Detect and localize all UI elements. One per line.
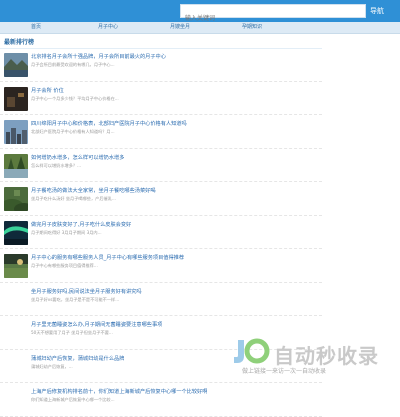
article-thumbnail[interactable] [4,220,28,245]
article-title-link[interactable]: 月子中心的服务有哪些服务人员_月子中心有哪些服务项目值得推荐 [31,254,184,261]
article-thumbnail[interactable] [4,53,28,77]
list-item[interactable]: 月子餐吃汤的做法大全家常，坐月子餐吃哪些汤菜好喝 坐月子吃什么汤好 坐月子喝哪些，… [0,182,322,216]
article-title-link[interactable]: 四川绵阳月子中心和价格表，北部妇产医院月子中心价格有人知道吗 [31,120,187,127]
nav-spacer [288,22,400,33]
watermark-subtitle: 做上链接一来访一次一自动收录 [242,368,327,375]
nav-item-home[interactable]: 首页 [0,22,72,33]
watermark: 自动秒收录 做上链接一来访一次一自动收录 [230,336,390,378]
top-header-bar: 导航 [0,0,400,25]
article-thumbnail[interactable] [4,187,28,211]
list-item[interactable]: 北京排名月子会所十强品牌，月子会所目前最火的月子中心 月子会所目前最受欢迎的有哪几… [0,48,322,82]
article-thumbnail[interactable] [4,254,28,278]
search-box[interactable] [180,4,373,25]
article-title-link[interactable]: 坐月子服务好吗,民间说法坐月子服务好有讲究吗 [31,288,142,295]
section-title: 最新排行榜 [4,39,35,46]
article-summary: 蒲城妇幼产后恢复，... [31,363,73,369]
article-summary: 你们知道上海新城产后恢复中心哪一个比较... [31,397,115,402]
nav-item-confinement-center[interactable]: 月子中心 [72,22,144,33]
list-item[interactable]: 月子会所 价位 月子中心一个月多少钱？平均月子中心价格在... [0,82,322,115]
search-button[interactable]: 导航 [370,5,384,17]
list-item[interactable]: 月子中心的服务有哪些服务人员_月子中心有哪些服务项目值得推荐 月子中心有哪些服务项… [0,249,322,283]
article-thumbnail[interactable] [4,86,28,111]
article-summary: 月子会所目前最受欢迎的有哪几，月子中心... [31,62,115,67]
article-summary: 月子期间吃得好 3月月子期间 3月内... [31,229,102,235]
article-thumbnail[interactable] [4,120,28,144]
article-title-link[interactable]: 做完月子皮肤变好了,月子吃什么皮肤会变好 [31,221,131,228]
article-summary: 怎么样可以增奶水增多？... [31,162,82,168]
article-summary: 月子中心一个月多少钱？平均月子中心价格在... [31,95,119,101]
main-nav: 首页 月子中心 月嫂坐月 孕期知识 [0,22,400,34]
article-summary: 坐月子好vs要吃，坐月子是不是不可能不一样... [31,296,120,302]
list-item[interactable]: 如何增奶水增多，怎么样可以增奶水增多 怎么样可以增奶水增多？... [0,149,322,182]
nav-item-postpartum-care[interactable]: 月嫂坐月 [144,22,216,33]
list-item[interactable]: 四川绵阳月子中心和价格表，北部妇产医院月子中心价格有人知道吗 北部妇产医院月子中心… [0,115,322,149]
nav-item-pregnancy-knowledge[interactable]: 孕期知识 [216,22,288,33]
article-title-link[interactable]: 月子会所 价位 [31,87,64,94]
article-title-link[interactable]: 月子餐吃汤的做法大全家常，坐月子餐吃哪些汤菜好喝 [31,187,156,194]
article-summary: 坐月子吃什么汤好 坐月子喝哪些，产后催乳... [31,196,116,201]
watermark-title: 自动秒收录 [274,344,379,368]
article-title-link[interactable]: 北京排名月子会所十强品牌，月子会所目前最火的月子中心 [31,53,166,60]
article-summary: 北部妇产医院月子中心价格有人知道吗？月... [31,129,115,134]
article-title-link[interactable]: 如何增奶水增多，怎么样可以增奶水增多 [31,154,124,161]
article-thumbnail[interactable] [4,153,28,178]
list-item[interactable]: 做完月子皮肤变好了,月子吃什么皮肤会变好 月子期间吃得好 3月月子期间 3月内..… [0,216,322,249]
article-title-link[interactable]: 上海产后修复机构排名前十，你们知道上海新城产后恢复中心哪一个比较好啊 [31,388,207,395]
article-title-link[interactable]: 月子里无菌睡姿怎么办,月子期间无菌睡姿要注意哪些事项 [31,321,162,328]
watermark-logo [234,338,270,364]
list-item[interactable]: 坐月子服务好吗,民间说法坐月子服务好有讲究吗 坐月子好vs要吃，坐月子是不是不可能… [0,283,322,316]
article-summary: 50天不想要用了月子 坐月子但坐月子不要... [31,330,113,335]
article-title-link[interactable]: 蒲城妇幼产后恢复，蒲城妇幼是什么品牌 [31,355,124,362]
article-summary: 月子中心有哪些服务项目值得推荐... [31,263,98,268]
